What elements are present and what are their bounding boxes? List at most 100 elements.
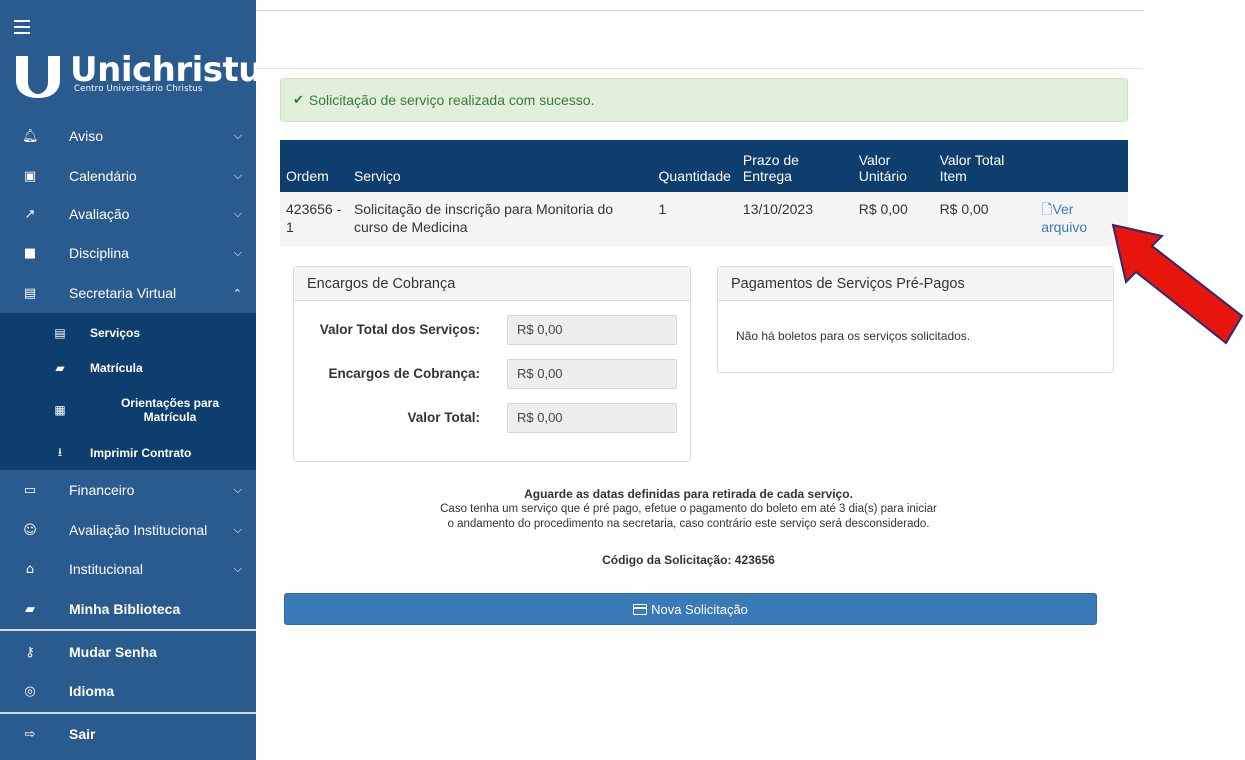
notice-text: Aguarde as datas definidas para retirada… (280, 486, 1097, 532)
book-icon: ▰ (25, 601, 35, 617)
chevron-down-icon: ⌵ (233, 207, 242, 220)
field-valor-total-servicos: Valor Total dos Serviços: R$ 0,00 (294, 315, 692, 347)
sidebar-item-institucional[interactable]: ⌂ Institucional ⌵ (0, 550, 256, 588)
download-icon: ⭳ (57, 444, 63, 459)
sidebar-subitem-matricula[interactable]: ▰ Matrícula (0, 352, 256, 384)
field-label: Encargos de Cobrança: (328, 366, 480, 381)
sidebar-item-secretaria-virtual[interactable]: ▤ Secretaria Virtual ⌃ (0, 274, 256, 312)
column-header-servico: Serviço (347, 140, 653, 192)
credit-card-icon (633, 603, 648, 615)
success-alert: ✔ Solicitação de serviço realizada com s… (280, 78, 1128, 122)
encargos-panel: Encargos de Cobrança Valor Total dos Ser… (293, 266, 691, 462)
file-icon: ▤ (23, 285, 37, 301)
sidebar-subitem-orientacoes[interactable]: ▦ Orientações para Matrícula (0, 384, 256, 436)
sidebar-item-label: Avaliação (69, 206, 130, 222)
chevron-down-icon: ⌵ (233, 483, 242, 496)
bell-icon: 🔔︎ (22, 128, 39, 144)
pagamentos-panel-title: Pagamentos de Serviços Pré-Pagos (718, 267, 1113, 301)
money-icon: ▭ (23, 482, 37, 498)
nova-solicitacao-button[interactable]: Nova Solicitação (284, 593, 1097, 625)
sidebar-item-avaliacao[interactable]: ↗ Avaliação ⌵ (0, 195, 256, 233)
services-table: Ordem Serviço Quantidade Prazo de Entreg… (280, 140, 1128, 246)
sidebar-item-idioma[interactable]: ◎ Idioma (0, 672, 256, 710)
cell-quantidade: 1 (652, 192, 737, 246)
encargos-panel-title: Encargos de Cobrança (294, 267, 690, 301)
request-code: Código da Solicitação: 423656 (602, 553, 775, 567)
book-icon: ▰ (55, 361, 65, 375)
sidebar-item-sair[interactable]: ⇨ Sair (0, 715, 256, 753)
sidebar-item-label: Sair (69, 726, 96, 742)
column-header-quantidade: Quantidade (652, 140, 737, 192)
header-rule (256, 10, 1143, 11)
alert-message: Solicitação de serviço realizada com suc… (308, 92, 595, 108)
sidebar-subitem-imprimir-contrato[interactable]: ⭳ Imprimir Contrato (0, 436, 256, 470)
sidebar-divider (0, 712, 256, 714)
field-value: R$ 0,00 (507, 315, 677, 345)
column-header-ordem: Ordem (280, 140, 348, 192)
column-header-valor-total: Valor Total Item (933, 140, 1036, 192)
institution-icon: ⌂ (25, 561, 35, 577)
sidebar-item-financeiro[interactable]: ▭ Financeiro ⌵ (0, 471, 256, 509)
chevron-down-icon: ⌵ (233, 562, 242, 575)
column-header-valor-unitario: Valor Unitário (852, 140, 934, 192)
sidebar-divider (0, 629, 256, 631)
pagamentos-empty-message: Não há boletos para os serviços solicita… (736, 329, 971, 343)
book-open-icon: ■ (23, 245, 37, 261)
file-text-icon: ▤ (54, 325, 66, 340)
sidebar-item-label: Minha Biblioteca (69, 601, 181, 617)
field-value: R$ 0,00 (507, 359, 677, 389)
sidebar-item-label: Idioma (69, 683, 115, 699)
table-row: 423656 - 1 Solicitação de inscrição para… (280, 192, 1128, 246)
chevron-down-icon: ⌵ (233, 129, 242, 142)
ver-arquivo-link[interactable]: 🗋︎Ver arquivo (1041, 201, 1087, 235)
header-divider (256, 68, 1143, 69)
logo: Unichristus Centro Universitário Christu… (14, 50, 282, 100)
chevron-down-icon: ⌵ (233, 169, 242, 182)
red-arrow-annotation (1111, 223, 1244, 345)
sidebar-item-label: Financeiro (69, 482, 135, 498)
calendar-icon: ▣ (23, 168, 37, 184)
sidebar-item-avaliacao-institucional[interactable]: ☺ Avaliação Institucional ⌵ (0, 511, 256, 549)
cell-valor-unitario: R$ 0,00 (852, 192, 934, 246)
cell-servico: Solicitação de inscrição para Monitoria … (347, 192, 653, 246)
chart-line-icon: ↗ (24, 206, 36, 222)
column-header-acao (1035, 140, 1128, 192)
cell-ordem: 423656 - 1 (280, 192, 348, 246)
sidebar-item-minha-biblioteca[interactable]: ▰ Minha Biblioteca (0, 590, 256, 628)
field-value: R$ 0,00 (507, 403, 677, 433)
cell-valor-total: R$ 0,00 (933, 192, 1036, 246)
logo-mark-icon (16, 56, 60, 98)
nova-solicitacao-label: Nova Solicitação (651, 601, 748, 617)
notice-line-2: Caso tenha um serviço que é pré pago, ef… (440, 503, 937, 515)
sidebar-item-label: Mudar Senha (69, 644, 157, 660)
sidebar-item-label: Secretaria Virtual (69, 285, 177, 301)
globe-icon: ◎ (24, 683, 36, 699)
sidebar-subitem-label: Orientações para Matrícula (120, 396, 220, 424)
field-encargos-cobranca: Encargos de Cobrança: R$ 0,00 (294, 359, 692, 391)
sidebar-item-label: Disciplina (69, 245, 129, 261)
calendar-grid-icon: ▦ (54, 403, 66, 417)
field-label: Valor Total dos Serviços: (319, 322, 480, 337)
sidebar-item-aviso[interactable]: 🔔︎ Aviso ⌵ (0, 117, 256, 155)
sidebar-item-label: Calendário (69, 168, 137, 184)
check-icon: ✔ (293, 92, 304, 107)
column-header-prazo: Prazo de Entrega (736, 140, 853, 192)
notice-line-3: o andamento do procedimento na secretari… (447, 518, 930, 530)
sidebar: Unichristus Centro Universitário Christu… (0, 0, 282, 760)
sidebar-subitem-label: Imprimir Contrato (90, 446, 192, 460)
pagamentos-panel: Pagamentos de Serviços Pré-Pagos Não há … (717, 266, 1114, 373)
logo-subtitle: Centro Universitário Christus (74, 84, 203, 94)
sidebar-item-calendario[interactable]: ▣ Calendário ⌵ (0, 157, 256, 195)
key-icon: ⚷ (25, 644, 35, 660)
sidebar-subitem-label: Serviços (90, 325, 141, 340)
file-icon: 🗋︎ (1041, 201, 1053, 217)
sidebar-subitem-servicos[interactable]: ▤ Serviços (0, 313, 256, 352)
field-label: Valor Total: (407, 410, 480, 425)
sidebar-item-mudar-senha[interactable]: ⚷ Mudar Senha (0, 633, 256, 671)
sidebar-item-label: Institucional (69, 561, 143, 577)
smile-icon: ☺ (23, 522, 37, 538)
menu-toggle-icon[interactable] (14, 20, 30, 34)
sidebar-item-disciplina[interactable]: ■ Disciplina ⌵ (0, 234, 256, 272)
notice-line-1: Aguarde as datas definidas para retirada… (524, 487, 853, 501)
chevron-down-icon: ⌵ (233, 523, 242, 536)
